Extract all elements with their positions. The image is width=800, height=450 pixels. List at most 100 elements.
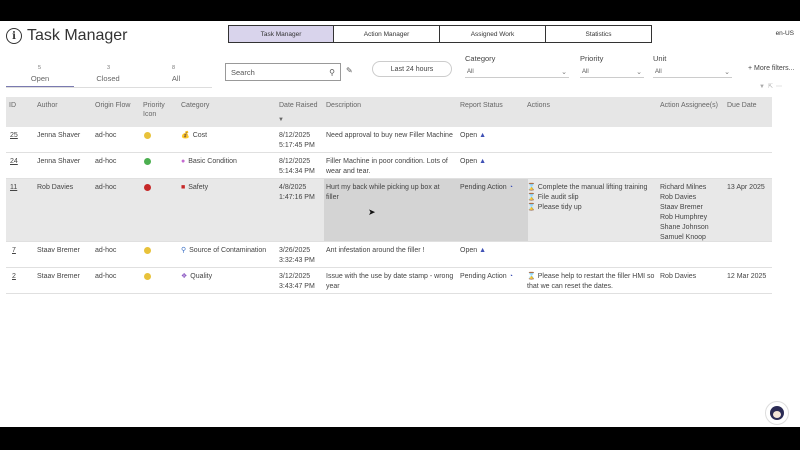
row-description: Issue with the use by date stamp - wrong… [326,273,454,290]
unit-filter[interactable]: All ⌄ [653,66,732,78]
table-row[interactable]: 7 Staav Bremer ad-hoc ⚲ Source of Contami… [6,242,772,268]
row-date-time: 1:47:16 PM [279,194,315,201]
row-category: ● Basic Condition [181,157,237,167]
priority-dot-icon [144,184,151,191]
more-filters-button[interactable]: + More filters... [748,65,794,72]
row-origin: ad-hoc [95,184,117,191]
status-tab-all[interactable]: 8 All [142,65,210,87]
filter-icon[interactable]: ▼ [759,84,768,90]
action-item[interactable]: ⌛ Complete the manual lifting training [527,184,647,191]
action-item[interactable]: ⌛ Please tidy up [527,204,582,211]
contamination-icon: ⚲ [181,247,187,254]
col-origin-flow[interactable]: Origin Flow [95,101,130,110]
hourglass-icon: ⌛ [527,184,536,191]
search-icon[interactable]: ⚲ [329,68,335,77]
status-label: Closed [96,74,120,83]
col-report-status[interactable]: Report Status [460,101,503,110]
row-category-label: Cost [192,132,208,139]
task-table: ID Author Origin Flow Priority Icon Cate… [6,97,772,294]
row-date: 8/12/2025 5:14:34 PM [279,157,315,177]
table-row[interactable]: 24 Jenna Shaver ad-hoc ● Basic Condition … [6,153,772,179]
chevron-down-icon: ⌄ [636,68,642,76]
row-date-time: 3:43:47 PM [279,283,315,290]
row-assignees: Richard Milnes Rob Davies Staav Bremer R… [660,183,709,243]
row-actions: ⌛ Please help to restart the filler HMI s… [527,272,655,292]
col-date-raised[interactable]: Date Raised [279,101,318,110]
safety-icon: ■ [181,184,186,191]
app-window: i Task Manager Task Manager Action Manag… [0,21,800,427]
tab-statistics[interactable]: Statistics [546,25,652,43]
row-report-status-label: Pending Action [460,184,507,191]
row-id-link[interactable]: 25 [10,131,18,141]
more-icon[interactable]: ⋯ [776,84,785,90]
report-status-icon: ▲ [479,247,487,254]
priority-filter-value: All [582,68,589,75]
table-row[interactable]: 25 Jenna Shaver ad-hoc 💰 Cost 8/12/2025 5:… [6,127,772,153]
sort-desc-icon[interactable]: ▼ [278,117,284,123]
row-category-label: Source of Contamination [189,247,267,254]
priority-dot-icon [144,132,151,139]
table-row-selected[interactable]: 11 Rob Davies ad-hoc ■ Safety 4/8/2025 1:4… [6,179,772,242]
col-description[interactable]: Description [326,101,361,110]
hourglass-icon: ⌛ [527,273,536,280]
pending-icon: ◔ [508,273,513,280]
assignee: Shane Johnson [660,224,709,231]
priority-dot-icon [144,273,151,280]
assignee: Richard Milnes [660,184,707,191]
locale-selector[interactable]: en-US [776,30,794,37]
col-author[interactable]: Author [37,101,58,110]
action-item[interactable]: ⌛ Please help to restart the filler HMI s… [527,273,654,290]
row-author: Jenna Shaver [37,132,81,139]
avatar[interactable] [765,401,789,425]
priority-dot-icon [144,247,151,254]
row-category: 💰 Cost [181,131,207,141]
row-id-link[interactable]: 24 [10,157,18,167]
table-row[interactable]: 2 Staav Bremer ad-hoc ❖ Quality 3/12/2025… [6,268,772,294]
row-origin: ad-hoc [95,158,117,165]
row-id-link[interactable]: 11 [10,183,17,193]
search-box[interactable]: ⚲ [225,63,341,81]
tab-assigned-work[interactable]: Assigned Work [440,25,546,43]
row-report-status: Open ▲ [460,157,486,167]
row-category: ⚲ Source of Contamination [181,246,266,256]
category-filter-label: Category [465,54,496,63]
row-report-status: Pending Action ◔ [460,272,513,282]
row-date-time: 3:32:43 PM [279,257,315,264]
col-id[interactable]: ID [9,101,16,110]
status-label: Open [30,74,50,83]
status-tab-open[interactable]: 5 Open [6,65,74,87]
col-category[interactable]: Category [181,101,209,110]
priority-filter-label: Priority [580,54,604,63]
col-assignees[interactable]: Action Assignee(s) [660,101,718,110]
category-filter[interactable]: All ⌄ [465,66,569,78]
assignee: Rob Humphrey [660,214,708,221]
top-nav: Task Manager Action Manager Assigned Wor… [228,25,652,43]
search-input[interactable] [231,67,330,77]
time-range-button[interactable]: Last 24 hours [372,61,452,77]
row-id-link[interactable]: 7 [12,246,16,256]
tab-action-manager[interactable]: Action Manager [334,25,440,43]
row-description: Ant infestation around the filler ! [326,247,425,254]
status-tab-closed[interactable]: 3 Closed [74,65,142,87]
row-due-date: 13 Apr 2025 [727,184,765,191]
info-icon[interactable]: i [6,28,22,44]
col-actions[interactable]: Actions [527,101,550,110]
col-due-date[interactable]: Due Date [727,101,757,110]
action-item[interactable]: ⌛ File audit slip [527,194,579,201]
user-avatar-icon [770,406,784,420]
row-author: Jenna Shaver [37,158,81,165]
assignee: Staav Bremer [660,204,703,211]
pending-icon: ◔ [508,184,513,191]
tab-task-manager[interactable]: Task Manager [228,25,334,43]
row-author: Staav Bremer [37,247,80,254]
col-priority-icon[interactable]: Priority Icon [143,101,173,119]
assignee: Rob Davies [660,273,697,280]
expand-icon[interactable]: ⇱ [768,84,776,90]
row-id-link[interactable]: 2 [12,272,16,282]
priority-filter[interactable]: All ⌄ [580,66,644,78]
clear-filters-icon[interactable]: ✎ [346,66,353,75]
unit-filter-label: Unit [653,54,667,63]
row-date-time: 5:17:45 PM [279,142,315,149]
app-header: i Task Manager [6,27,128,45]
chevron-down-icon: ⌄ [724,68,730,76]
